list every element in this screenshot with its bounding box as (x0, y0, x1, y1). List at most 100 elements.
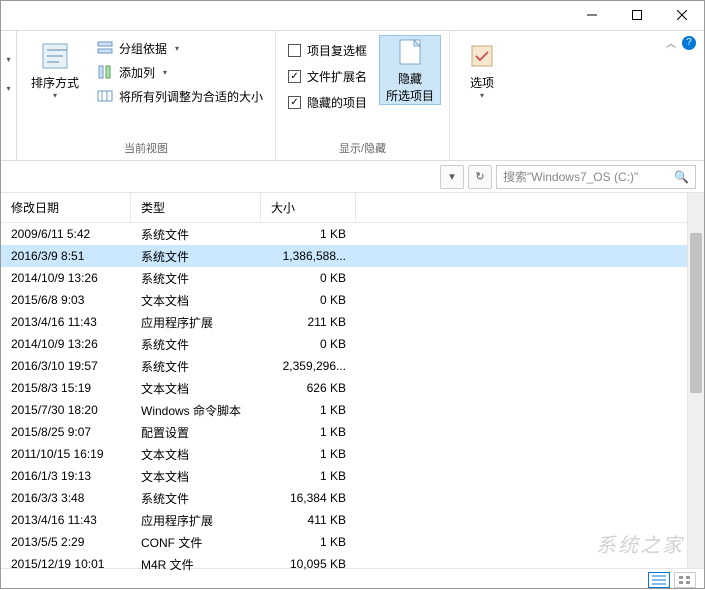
scrollbar-thumb[interactable] (690, 233, 702, 393)
table-row[interactable]: 2016/3/9 8:51系统文件1,386,588... (1, 245, 687, 267)
search-input[interactable]: 搜索"Windows7_OS (C:)" 🔍 (496, 165, 696, 189)
cell-size: 16,384 KB (261, 491, 356, 505)
sort-icon (39, 40, 71, 72)
sort-by-label: 排序方式 (31, 74, 79, 91)
cell-type: 应用程序扩展 (131, 512, 261, 529)
cell-type: 系统文件 (131, 226, 261, 243)
table-row[interactable]: 2016/3/3 3:48系统文件16,384 KB (1, 487, 687, 509)
table-row[interactable]: 2009/6/11 5:42系统文件1 KB (1, 223, 687, 245)
options-label: 选项 (470, 74, 494, 91)
table-row[interactable]: 2015/7/30 18:20Windows 命令脚本1 KB (1, 399, 687, 421)
column-header-type[interactable]: 类型 (131, 193, 261, 222)
file-list: 修改日期 类型 大小 2009/6/11 5:42系统文件1 KB2016/3/… (1, 193, 687, 568)
fit-columns-button[interactable]: 将所有列调整为合适的大小 (93, 85, 267, 107)
cell-size: 211 KB (261, 315, 356, 329)
refresh-button[interactable]: ↻ (468, 165, 492, 189)
cell-size: 0 KB (261, 293, 356, 307)
cell-size: 1 KB (261, 447, 356, 461)
cell-date: 2013/5/5 2:29 (1, 535, 131, 549)
dropdown-icon: ▾ (163, 68, 167, 77)
cell-size: 1 KB (261, 227, 356, 241)
cell-type: 文本文档 (131, 468, 261, 485)
table-row[interactable]: 2013/5/5 2:29CONF 文件1 KB (1, 531, 687, 553)
dropdown-icon: ▾ (53, 91, 57, 100)
cell-size: 0 KB (261, 271, 356, 285)
refresh-icon: ↻ (475, 170, 484, 183)
maximize-button[interactable] (614, 1, 659, 29)
column-headers: 修改日期 类型 大小 (1, 193, 687, 223)
cell-type: M4R 文件 (131, 556, 261, 573)
cell-type: 系统文件 (131, 248, 261, 265)
cell-size: 2,359,296... (261, 359, 356, 373)
table-row[interactable]: 2016/3/10 19:57系统文件2,359,296... (1, 355, 687, 377)
cell-date: 2013/4/16 11:43 (1, 315, 131, 329)
table-row[interactable]: 2015/8/25 9:07配置设置1 KB (1, 421, 687, 443)
minimize-button[interactable] (569, 1, 614, 29)
table-row[interactable]: 2016/1/3 19:13文本文档1 KB (1, 465, 687, 487)
checkbox-checked-icon: ✓ (288, 70, 301, 83)
column-header-size[interactable]: 大小 (261, 193, 356, 222)
cell-size: 10,095 KB (261, 557, 356, 571)
table-row[interactable]: 2015/6/8 9:03文本文档0 KB (1, 289, 687, 311)
file-extensions-toggle[interactable]: ✓ 文件扩展名 (288, 65, 367, 87)
cell-date: 2015/8/25 9:07 (1, 425, 131, 439)
ribbon-group-show-hide: 项目复选框 ✓ 文件扩展名 ✓ 隐藏的项目 隐藏 所选项目 显示/隐藏 (276, 31, 450, 160)
cell-type: Windows 命令脚本 (131, 402, 261, 419)
cell-size: 1 KB (261, 535, 356, 549)
fit-columns-icon (97, 88, 113, 104)
options-icon (466, 40, 498, 72)
sort-by-button[interactable]: 排序方式 ▾ (25, 35, 85, 105)
titlebar (1, 1, 704, 31)
hide-selected-button[interactable]: 隐藏 所选项目 (379, 35, 441, 105)
cell-date: 2016/1/3 19:13 (1, 469, 131, 483)
cell-size: 1,386,588... (261, 249, 356, 263)
cell-size: 411 KB (261, 513, 356, 527)
ribbon-left-stub: ▾ ▾ (1, 31, 17, 160)
add-column-icon (97, 64, 113, 80)
table-row[interactable]: 2014/10/9 13:26系统文件0 KB (1, 333, 687, 355)
add-column-label: 添加列 (119, 64, 155, 81)
ribbon-group-label: 当前视图 (25, 138, 267, 158)
group-icon (97, 40, 113, 56)
help-icon[interactable]: ? (682, 36, 696, 50)
close-button[interactable] (659, 1, 704, 29)
cell-type: CONF 文件 (131, 534, 261, 551)
options-button[interactable]: 选项 ▾ (458, 35, 506, 105)
dropdown-icon: ▾ (175, 44, 179, 53)
cell-date: 2015/8/3 15:19 (1, 381, 131, 395)
ribbon-collapse-icon[interactable]: ︿ (666, 35, 676, 50)
item-checkboxes-toggle[interactable]: 项目复选框 (288, 39, 367, 61)
scrollbar[interactable] (687, 193, 704, 568)
table-row[interactable]: 2015/8/3 15:19文本文档626 KB (1, 377, 687, 399)
cell-type: 系统文件 (131, 490, 261, 507)
dropdown-button[interactable]: ▾ (440, 165, 464, 189)
ribbon: ︿ ? ▾ ▾ 排序方式 ▾ 分组依据 ▾ (1, 31, 704, 161)
cell-type: 文本文档 (131, 292, 261, 309)
dropdown-icon[interactable]: ▾ (6, 84, 10, 93)
ribbon-group-label: 显示/隐藏 (284, 138, 441, 158)
cell-type: 应用程序扩展 (131, 314, 261, 331)
table-row[interactable]: 2015/12/19 10:01M4R 文件10,095 KB (1, 553, 687, 575)
cell-type: 系统文件 (131, 336, 261, 353)
checkbox-checked-icon: ✓ (288, 96, 301, 109)
cell-type: 系统文件 (131, 270, 261, 287)
table-row[interactable]: 2014/10/9 13:26系统文件0 KB (1, 267, 687, 289)
dropdown-icon: ▾ (480, 91, 484, 100)
add-column-button[interactable]: 添加列 ▾ (93, 61, 267, 83)
dropdown-icon[interactable]: ▾ (6, 55, 10, 64)
item-checkboxes-label: 项目复选框 (307, 42, 367, 59)
cell-size: 1 KB (261, 425, 356, 439)
address-bar-row: ▾ ↻ 搜索"Windows7_OS (C:)" 🔍 (1, 161, 704, 193)
ribbon-group-current-view: 排序方式 ▾ 分组依据 ▾ 添加列 ▾ 将所有列调整为合适的大小 (17, 31, 276, 160)
column-header-date[interactable]: 修改日期 (1, 193, 131, 222)
group-by-button[interactable]: 分组依据 ▾ (93, 37, 267, 59)
cell-size: 626 KB (261, 381, 356, 395)
table-row[interactable]: 2011/10/15 16:19文本文档1 KB (1, 443, 687, 465)
table-row[interactable]: 2013/4/16 11:43应用程序扩展211 KB (1, 311, 687, 333)
cell-size: 0 KB (261, 337, 356, 351)
cell-size: 1 KB (261, 403, 356, 417)
table-row[interactable]: 2013/4/16 11:43应用程序扩展411 KB (1, 509, 687, 531)
cell-type: 系统文件 (131, 358, 261, 375)
hidden-items-toggle[interactable]: ✓ 隐藏的项目 (288, 91, 367, 113)
cell-type: 文本文档 (131, 446, 261, 463)
